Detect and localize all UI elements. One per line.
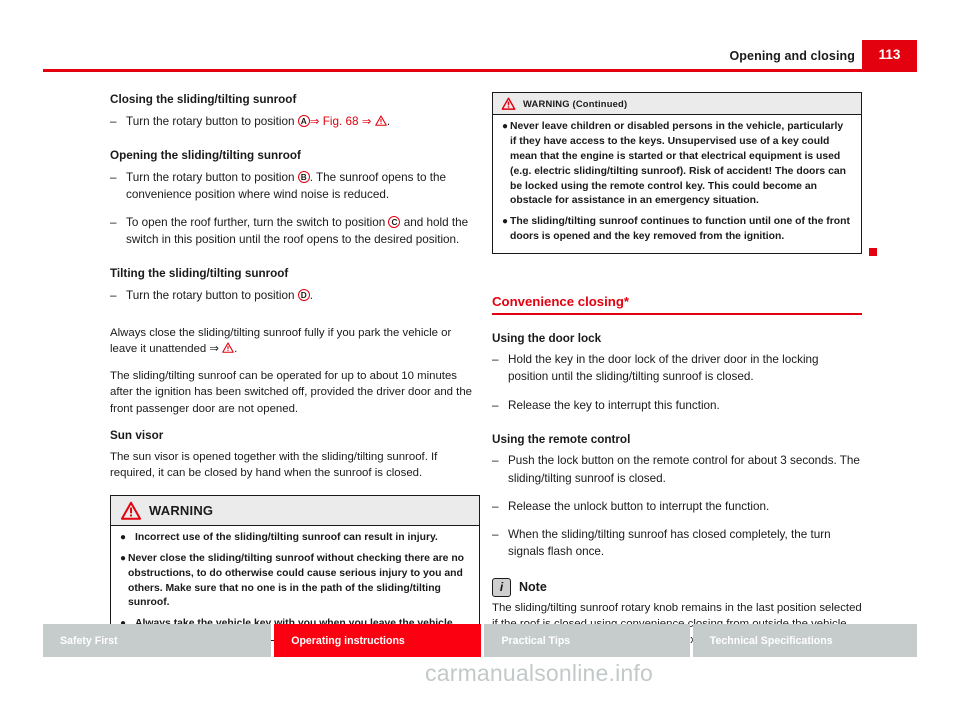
sun-visor-heading: Sun visor	[110, 428, 164, 442]
tilting-step: – Turn the rotary button to position D.	[110, 287, 480, 304]
position-marker-d: D	[297, 288, 310, 301]
warning-bullet-text: The sliding/tilting sunroof continues to…	[510, 216, 850, 243]
door-lock-step: – Hold the key in the door lock of the d…	[492, 351, 862, 385]
remote-step-text: Push the lock button on the remote contr…	[508, 454, 860, 485]
remote-step: – Release the unlock button to interrupt…	[492, 498, 862, 515]
info-icon: i	[492, 577, 511, 597]
door-lock-step: – Release the key to interrupt this func…	[492, 397, 862, 414]
figure-crossref[interactable]: ⇒ Fig. 68	[310, 115, 359, 128]
warning-box-title: WARNING	[149, 502, 214, 518]
tab-operating-instructions[interactable]: Operating instructions	[274, 624, 482, 657]
warning-continued-body: ● Never leave children or disabled perso…	[493, 115, 861, 253]
xref-arrow: ⇒	[358, 114, 375, 128]
warning-bullet: ● Incorrect use of the sliding/tilting s…	[120, 531, 470, 546]
para-ten-minutes: The sliding/tilting sunroof can be opera…	[110, 370, 472, 415]
closing-step: – Turn the rotary button to position A ⇒ …	[110, 113, 480, 130]
sun-visor-text: The sun visor is opened together with th…	[110, 450, 438, 479]
warning-bullet: ● The sliding/tilting sunroof continues …	[502, 215, 852, 245]
dash-marker: –	[492, 499, 499, 513]
position-marker-c: C	[388, 215, 401, 228]
section-heading-rule	[492, 313, 862, 315]
remote-heading: Using the remote control	[492, 432, 631, 446]
remote-step-text: Release the unlock button to interrupt t…	[508, 499, 770, 513]
warning-continued-box: WARNING (Continued) ● Never leave childr…	[492, 92, 877, 256]
door-lock-step-text: Hold the key in the door lock of the dri…	[508, 353, 819, 384]
right-column: WARNING (Continued) ● Never leave childr…	[492, 92, 878, 648]
dash-marker: –	[110, 288, 117, 302]
position-marker-a: A	[297, 114, 310, 127]
footer-tabs: Safety First Operating instructions Prac…	[43, 624, 917, 657]
para-always-close: Always close the sliding/tilting sunroof…	[110, 326, 452, 356]
note-header: i Note	[492, 577, 862, 597]
tab-practical-tips[interactable]: Practical Tips	[484, 624, 690, 657]
section-heading: Convenience closing*	[492, 294, 630, 309]
dash-marker: –	[492, 454, 499, 468]
door-lock-heading: Using the door lock	[492, 331, 602, 345]
closing-heading: Closing the sliding/tilting sunroof	[110, 93, 297, 106]
warning-box: WARNING ● Incorrect use of the sliding/t…	[110, 494, 480, 642]
warning-triangle-icon	[120, 501, 142, 520]
page-number-badge: 113	[862, 40, 917, 69]
opening-heading: Opening the sliding/tilting sunroof	[110, 148, 301, 162]
opening-step-1-text: Turn the rotary button to position B. Th…	[126, 170, 446, 201]
watermark: carmanualsonline.info	[425, 660, 653, 686]
warning-triangle-icon	[375, 115, 387, 126]
door-lock-step-text: Release the key to interrupt this functi…	[508, 398, 720, 412]
warning-continued-header: WARNING (Continued)	[493, 93, 861, 115]
opening-step-1: – Turn the rotary button to position B. …	[110, 169, 480, 203]
warning-bullet-text: Incorrect use of the sliding/tilting sun…	[135, 531, 438, 543]
opening-step-2-text: To open the roof further, turn the switc…	[126, 215, 469, 246]
page-header: Opening and closing 113	[43, 40, 917, 72]
warning-triangle-icon	[501, 97, 516, 110]
remote-step: – Push the lock button on the remote con…	[492, 452, 862, 486]
position-marker-b: B	[297, 170, 310, 183]
tilting-step-text: Turn the rotary button to position D.	[126, 288, 313, 302]
warning-bullet-text: Never close the sliding/tilting sunroof …	[128, 552, 465, 609]
remote-step: – When the sliding/tilting sunroof has c…	[492, 526, 862, 560]
warning-bullet: ● Never close the sliding/tilting sunroo…	[120, 552, 470, 612]
warning-bullet-text: Never leave children or disabled persons…	[510, 121, 847, 207]
dash-marker: –	[492, 353, 499, 367]
page-title: Opening and closing	[729, 49, 855, 63]
tab-technical-specifications[interactable]: Technical Specifications	[692, 624, 917, 657]
section-end-marker	[869, 248, 877, 256]
dash-marker: –	[492, 527, 499, 541]
left-column: Closing the sliding/tilting sunroof – Tu…	[110, 92, 480, 642]
bullet-dot: ●	[120, 531, 127, 543]
warning-bullet: ● Never leave children or disabled perso…	[502, 120, 852, 209]
remote-step-text: When the sliding/tilting sunroof has clo…	[508, 527, 831, 558]
tab-safety-first[interactable]: Safety First	[43, 624, 272, 657]
note-label: Note	[519, 580, 547, 595]
dash-marker: –	[492, 398, 499, 412]
opening-step-2: – To open the roof further, turn the swi…	[110, 214, 480, 248]
dash-marker: –	[110, 215, 117, 229]
warning-triangle-icon	[222, 342, 234, 353]
header-divider	[43, 69, 917, 72]
warning-continued-title: WARNING (Continued)	[523, 98, 628, 109]
tilting-heading: Tilting the sliding/tilting sunroof	[110, 266, 289, 280]
dash-marker: –	[110, 170, 117, 184]
warning-box-header: WARNING	[111, 495, 479, 526]
dash-marker: –	[110, 114, 117, 128]
closing-step-text: Turn the rotary button to position A ⇒ Fi…	[126, 114, 391, 128]
